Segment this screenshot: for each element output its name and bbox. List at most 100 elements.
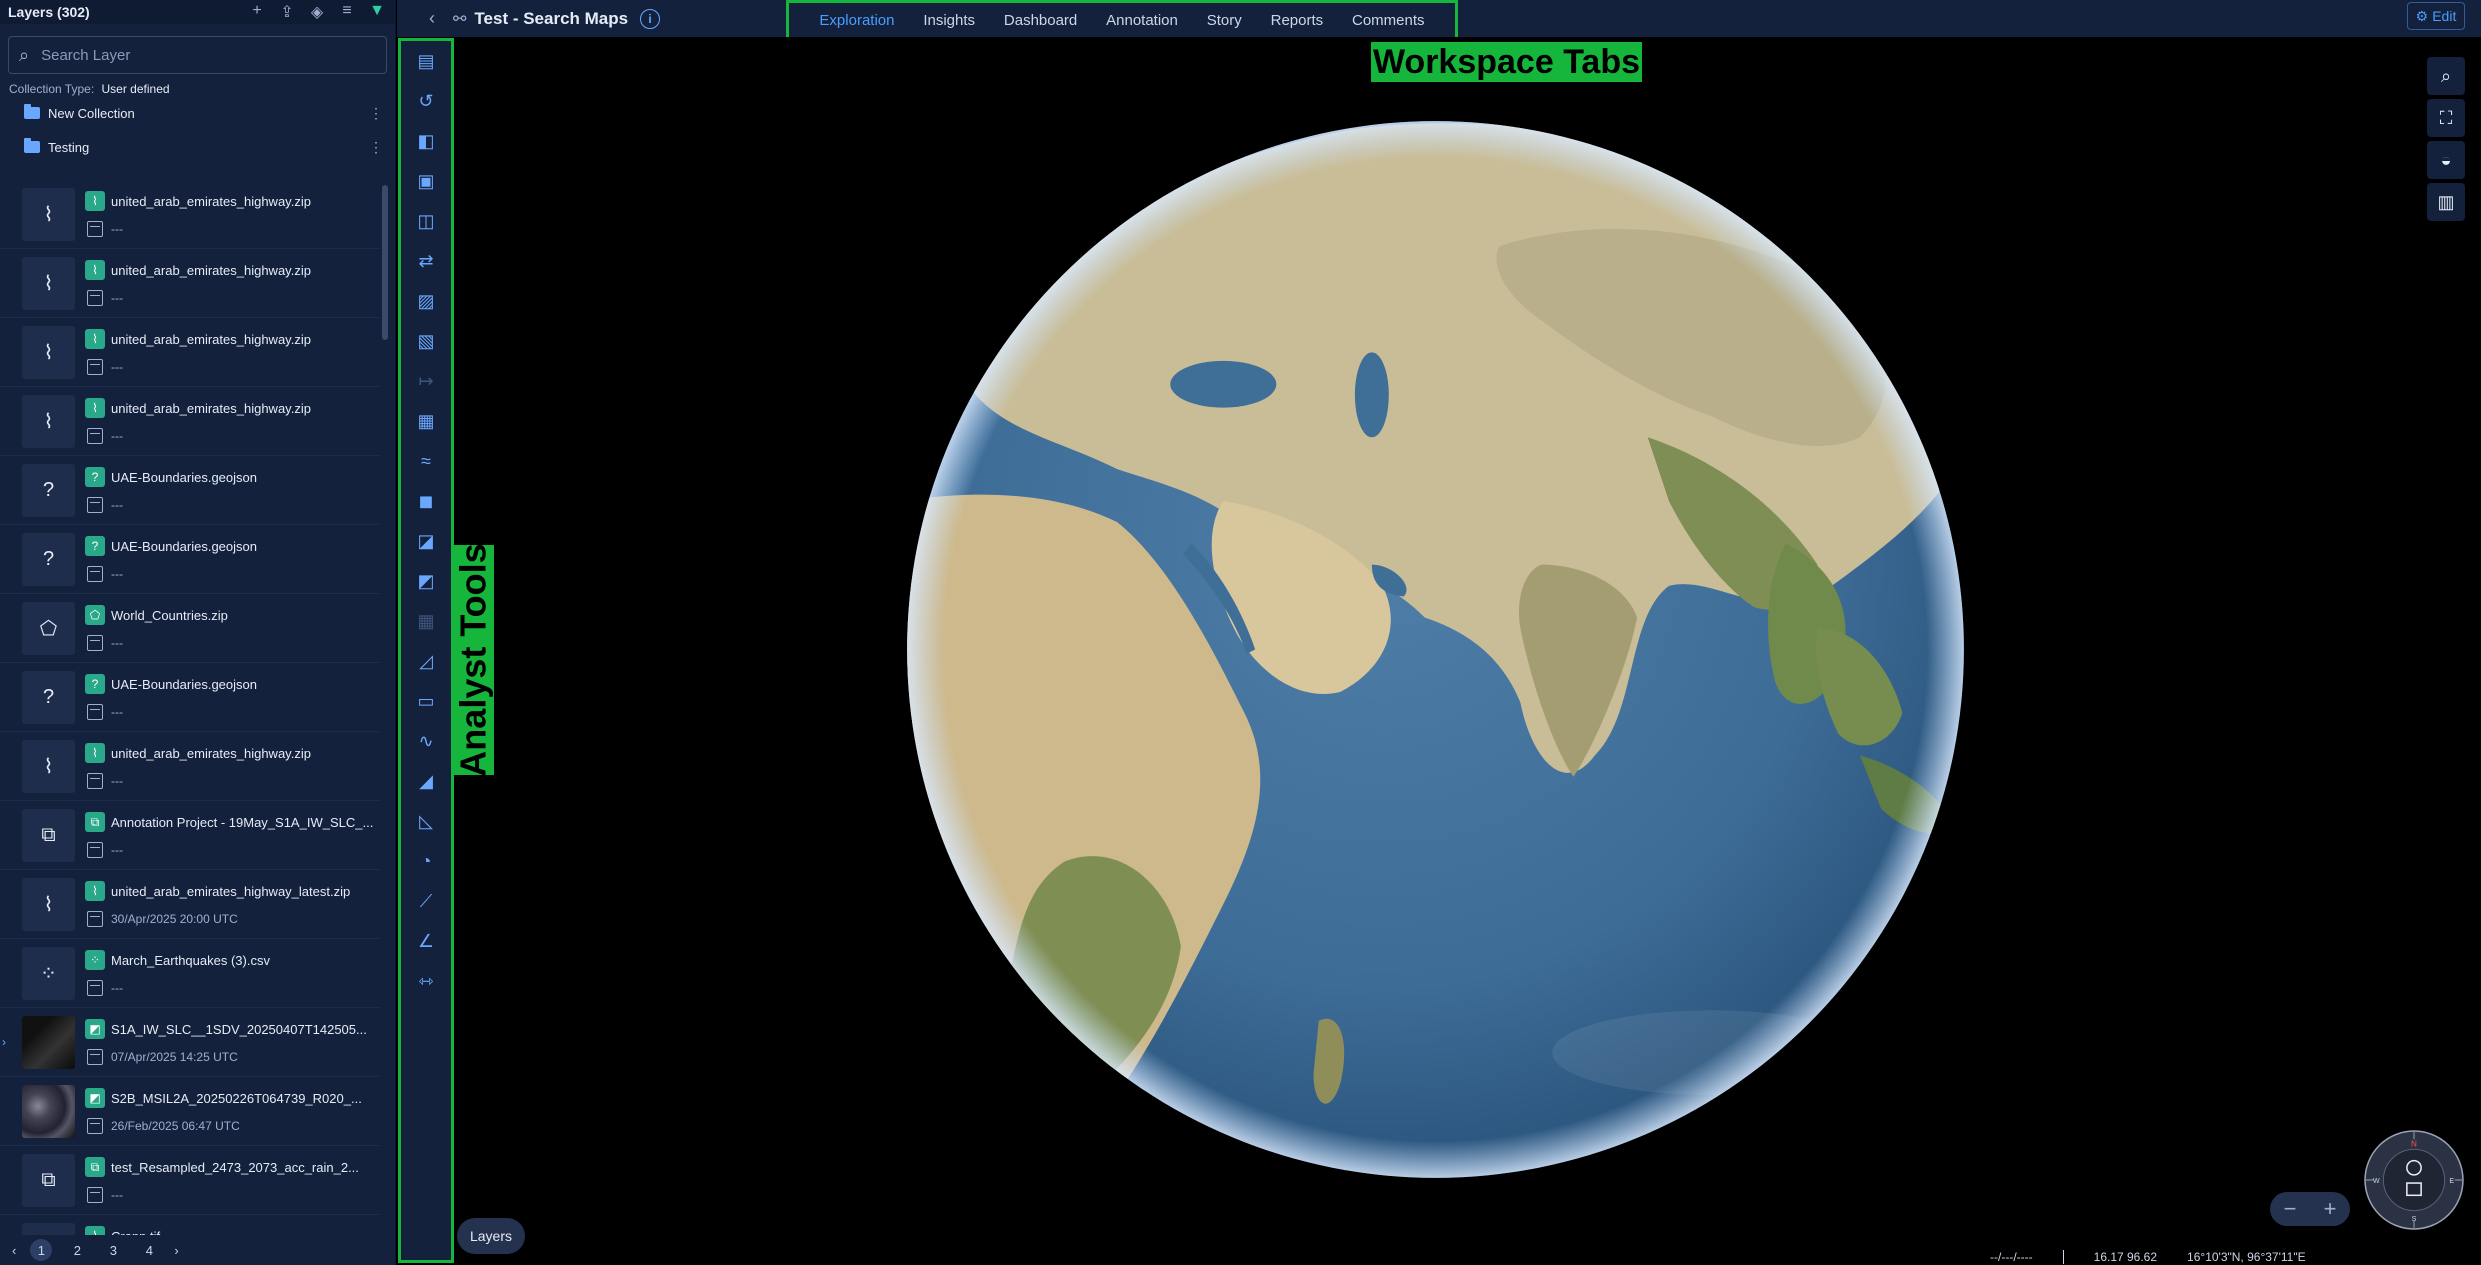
page-1[interactable]: 1: [30, 1239, 53, 1261]
basemap-style-button[interactable]: ◒: [2427, 141, 2465, 179]
calendar-icon: [87, 290, 103, 306]
edit-button[interactable]: ⚙ Edit: [2407, 2, 2465, 30]
elevation-icon[interactable]: ◢: [401, 761, 451, 801]
filter-icon[interactable]: ▼: [367, 2, 387, 22]
layer-item[interactable]: ⧉ ⧉ Annotation Project - 19May_S1A_IW_SLC_…: [0, 801, 380, 870]
layer-list-scrollbar[interactable]: [382, 185, 388, 340]
tab-exploration[interactable]: Exploration: [819, 12, 894, 29]
layer-item[interactable]: ?? UAE-Boundaries.geojson ---: [0, 525, 380, 594]
image-edit-icon[interactable]: ▧: [401, 321, 451, 361]
zoom-in-button[interactable]: +: [2324, 1196, 2337, 1222]
more-options-icon[interactable]: ⋮: [369, 139, 383, 156]
more-options-icon[interactable]: ⋮: [369, 105, 383, 122]
page-4[interactable]: 4: [138, 1239, 160, 1261]
tab-annotation[interactable]: Annotation: [1106, 12, 1178, 29]
calendar-icon: [87, 635, 103, 651]
layer-body: ⌇ united_arab_emirates_highway.zip ---: [85, 260, 311, 306]
overlay-icon[interactable]: ◼: [401, 481, 451, 521]
layer-item[interactable]: ⧉ ⧉ test_Resampled_2473_2073_acc_rain_2...…: [0, 1146, 380, 1215]
calendar-icon: [87, 911, 103, 927]
layer-item[interactable]: ?? UAE-Boundaries.geojson ---: [0, 663, 380, 732]
tab-dashboard[interactable]: Dashboard: [1004, 12, 1077, 29]
export-icon[interactable]: ↦: [401, 361, 451, 401]
layers-toggle-button[interactable]: Layers: [457, 1218, 525, 1254]
wave-icon[interactable]: ≈: [401, 441, 451, 481]
layer-item[interactable]: ⬠ ⬠ World_Countries.zip ---: [0, 594, 380, 663]
page-3[interactable]: 3: [102, 1239, 124, 1261]
ruler-icon[interactable]: ▭: [401, 681, 451, 721]
layer-copy-icon[interactable]: ◩: [401, 561, 451, 601]
page-2[interactable]: 2: [66, 1239, 88, 1261]
tab-story[interactable]: Story: [1207, 12, 1242, 29]
layer-name-row: ◩ S2B_MSIL2A_20250226T064739_R020_...: [85, 1088, 362, 1108]
layer-body: ? UAE-Boundaries.geojson ---: [85, 467, 257, 513]
layer-item[interactable]: ⌇ ⌇ united_arab_emirates_highway.zip ---: [0, 318, 380, 387]
sort-icon[interactable]: ≡: [337, 2, 357, 22]
layer-date: 07/Apr/2025 14:25 UTC: [111, 1050, 238, 1064]
layer-item[interactable]: ⌇ ⌇ united_arab_emirates_highway.zip ---: [0, 732, 380, 801]
grid-icon[interactable]: ▦: [401, 601, 451, 641]
layout-icon[interactable]: ▦: [401, 401, 451, 441]
layer-search-input[interactable]: [41, 46, 376, 64]
question-badge-icon: ?: [85, 467, 105, 487]
layer-item[interactable]: ⌇ ⌇ united_arab_emirates_highway.zip ---: [0, 249, 380, 318]
layer-item[interactable]: ⌇ ⌇ united_arab_emirates_highway.zip ---: [0, 180, 380, 249]
layers-merge-icon[interactable]: ◪: [401, 521, 451, 561]
triangle-icon[interactable]: ◺: [401, 801, 451, 841]
annotation-icon: ⧉: [22, 808, 75, 862]
workspace-icon: ⚯: [453, 10, 467, 28]
expand-arrow-icon[interactable]: ›: [2, 1035, 6, 1049]
notes-icon[interactable]: ▤: [401, 41, 451, 81]
annotation-badge-icon: ⧉: [85, 812, 105, 832]
prev-page-icon[interactable]: ‹: [12, 1243, 16, 1258]
area-icon[interactable]: ◔: [401, 841, 451, 881]
tab-comments[interactable]: Comments: [1352, 12, 1425, 29]
stack-icon[interactable]: ◈: [307, 2, 327, 22]
path-icon[interactable]: ∿: [401, 721, 451, 761]
folder-new-collection[interactable]: New Collection ⋮: [0, 96, 395, 130]
layer-item[interactable]: ◩ S2B_MSIL2A_20250226T064739_R020_... 26/F…: [0, 1077, 380, 1146]
layer-item[interactable]: ⌇ ⌇ united_arab_emirates_highway.zip ---: [0, 387, 380, 456]
gear-icon: ⚙: [2415, 7, 2429, 24]
globe[interactable]: [905, 119, 1966, 1180]
angle-icon[interactable]: ∠: [401, 921, 451, 961]
next-page-icon[interactable]: ›: [174, 1243, 178, 1258]
history-icon[interactable]: ↺: [401, 81, 451, 121]
compass-widget[interactable]: N S E W: [2363, 1129, 2465, 1231]
split-view-icon[interactable]: ◫: [401, 201, 451, 241]
layer-name: World_Countries.zip: [111, 607, 228, 623]
layer-body: ⌇ united_arab_emirates_highway.zip ---: [85, 743, 311, 789]
add-layer-icon[interactable]: +: [247, 2, 267, 22]
analyst-tools-callout-text: Analyst Tools: [453, 543, 494, 777]
layer-item[interactable]: ?? UAE-Boundaries.geojson ---: [0, 456, 380, 525]
layer-item[interactable]: › ◩ S1A_IW_SLC__1SDV_20250407T142505... 07/…: [0, 1008, 380, 1077]
change-detection-icon[interactable]: ⇄: [401, 241, 451, 281]
map-viewport[interactable]: ⌕ ⛶ ◒ ▥ − + N S E W: [457, 37, 2481, 1265]
zoom-out-button[interactable]: −: [2284, 1196, 2297, 1222]
tab-insights[interactable]: Insights: [923, 12, 975, 29]
tab-reports[interactable]: Reports: [1271, 12, 1324, 29]
layer-item[interactable]: ⌇ ⌇ united_arab_emirates_highway_latest.zi…: [0, 870, 380, 939]
status-coords: 16°10'3"N, 96°37'11"E: [2187, 1249, 2306, 1264]
raster-badge-icon: ◩: [85, 1088, 105, 1108]
edit-label: Edit: [2432, 8, 2457, 24]
image-icon[interactable]: ▨: [401, 281, 451, 321]
folder-testing[interactable]: Testing ⋮: [0, 130, 395, 164]
profile-icon[interactable]: ◿: [401, 641, 451, 681]
folder-label: Testing: [48, 139, 90, 155]
layer-item[interactable]: ⌇⌇Cropp.tif: [0, 1215, 380, 1235]
measure-icon[interactable]: ⇿: [401, 961, 451, 1001]
fullscreen-button[interactable]: ⛶: [2427, 99, 2465, 137]
upload-icon[interactable]: ⇪: [277, 2, 297, 22]
compare-icon[interactable]: ◧: [401, 121, 451, 161]
layer-item[interactable]: ⁘ ⁘ March_Earthquakes (3).csv ---: [0, 939, 380, 1008]
slope-icon[interactable]: ⟋: [401, 881, 451, 921]
map-search-button[interactable]: ⌕: [2427, 57, 2465, 95]
basemap-button[interactable]: ▥: [2427, 183, 2465, 221]
info-icon[interactable]: i: [640, 8, 661, 29]
layer-name: S2B_MSIL2A_20250226T064739_R020_...: [111, 1090, 362, 1106]
back-icon[interactable]: ‹: [417, 4, 447, 34]
layer-body: ⌇ united_arab_emirates_highway.zip ---: [85, 398, 311, 444]
gallery-icon[interactable]: ▣: [401, 161, 451, 201]
layer-date-row: ---: [85, 497, 257, 513]
